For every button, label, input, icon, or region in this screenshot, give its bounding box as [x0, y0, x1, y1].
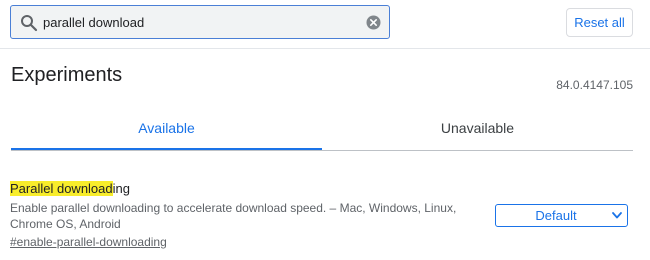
search-highlight: Parallel download	[10, 181, 113, 196]
version-label: 84.0.4147.105	[556, 78, 633, 92]
search-box[interactable]	[10, 5, 390, 39]
clear-icon[interactable]	[366, 15, 381, 30]
flag-entry: Parallel downloading Enable parallel dow…	[10, 180, 490, 251]
top-bar: Reset all	[0, 0, 650, 49]
tab-strip: Available Unavailable	[11, 108, 633, 151]
reset-all-button[interactable]: Reset all	[566, 8, 633, 37]
tab-available[interactable]: Available	[11, 108, 322, 150]
page-title: Experiments	[11, 64, 123, 86]
chevron-down-icon	[612, 212, 622, 219]
flag-name: Parallel downloading	[10, 180, 490, 198]
search-icon	[21, 15, 38, 32]
search-input[interactable]	[43, 11, 363, 33]
flag-name-rest: ing	[112, 181, 130, 196]
tab-unavailable[interactable]: Unavailable	[322, 108, 633, 149]
flag-state-select[interactable]: Default	[495, 204, 628, 227]
flag-state-value: Default	[535, 208, 577, 223]
flag-link[interactable]: #enable-parallel-downloading	[10, 235, 167, 249]
flag-description: Enable parallel downloading to accelerat…	[10, 201, 457, 231]
